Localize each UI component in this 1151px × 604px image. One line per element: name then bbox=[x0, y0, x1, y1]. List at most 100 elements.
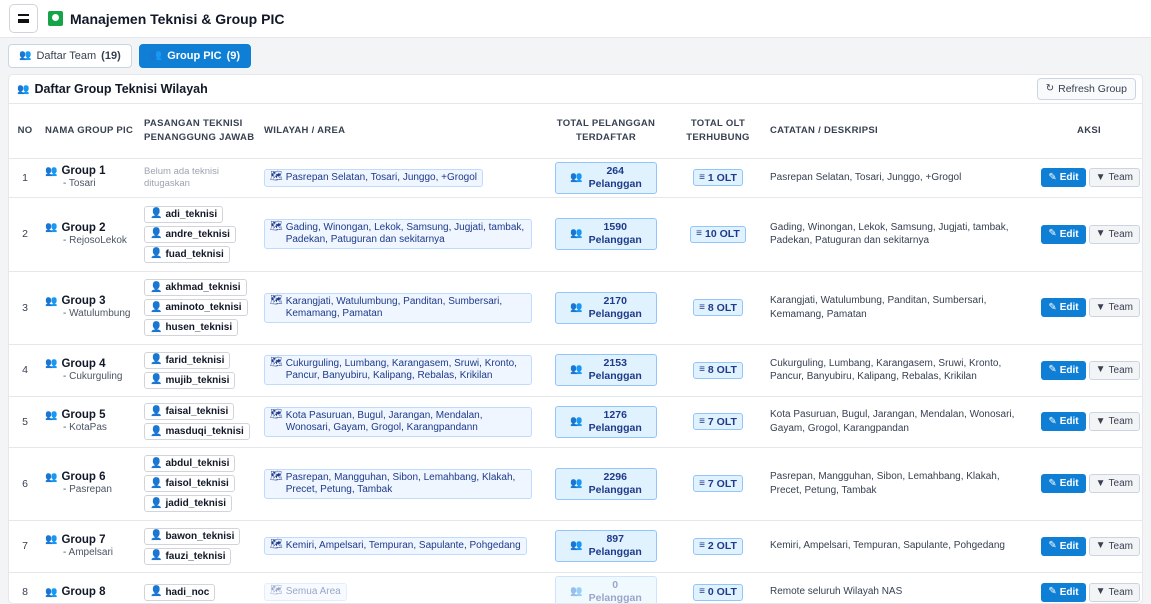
team-filter-button[interactable]: ▼ Team bbox=[1088, 168, 1140, 187]
edit-label: Edit bbox=[1059, 228, 1079, 240]
pelanggan-badge: 👥 2170 Pelanggan bbox=[555, 291, 657, 324]
edit-button[interactable]: ✎ Edit bbox=[1041, 412, 1086, 431]
table-row: 1 👥 Group 1 - Tosari Belum ada teknisi di… bbox=[9, 158, 1142, 198]
olt-text: 7 OLT bbox=[707, 415, 737, 428]
map-icon: 🗺 bbox=[270, 585, 283, 596]
team-filter-button[interactable]: ▼ Team bbox=[1088, 474, 1140, 493]
teknisi-name: hadi_noc bbox=[165, 586, 210, 598]
tab-group-pic[interactable]: 👥 Group PIC (9) bbox=[138, 44, 252, 68]
olt-text: 0 OLT bbox=[707, 586, 737, 598]
tab-daftar-team[interactable]: 👥 Daftar Team (19) bbox=[8, 44, 132, 68]
area-cell: 🗺 Karangjati, Watulumbung, Panditan, Sumb… bbox=[260, 271, 542, 345]
edit-button[interactable]: ✎ Edit bbox=[1041, 536, 1086, 556]
team-filter-button[interactable]: ▼ Team bbox=[1088, 360, 1140, 380]
users-icon: 👥 bbox=[45, 409, 58, 421]
pelanggan-count: 0 bbox=[612, 579, 619, 591]
users-icon: 👥 bbox=[17, 83, 30, 95]
row-actions: ✎ Edit ▼ Team bbox=[1038, 536, 1140, 556]
group-name: 👥 Group 8 bbox=[45, 586, 136, 598]
pelanggan-unit: Pelanggan bbox=[588, 421, 642, 434]
teknisi-chip: 👤 hadi_noc bbox=[144, 583, 216, 601]
team-filter-button[interactable]: ▼ Team bbox=[1088, 224, 1140, 244]
group-name: 👥 Group 3 bbox=[45, 295, 136, 307]
pelanggan-unit: Pelanggan bbox=[588, 546, 642, 558]
row-actions: ✎ Edit ▼ Team bbox=[1038, 360, 1140, 380]
team-filter-button[interactable]: ▼ Team bbox=[1088, 412, 1140, 431]
teknisi-name: faisol_teknisi bbox=[165, 478, 229, 489]
team-label: Team bbox=[1108, 172, 1133, 183]
pelanggan-count: 1276 bbox=[603, 408, 627, 421]
edit-button[interactable]: ✎ Edit bbox=[1041, 168, 1086, 187]
group-cell: 👥 Group 7 - Ampelsari bbox=[41, 520, 140, 573]
teknisi-chip: 👤 andre_teknisi bbox=[144, 225, 236, 243]
teknisi-name: fauzi_teknisi bbox=[165, 550, 226, 562]
group-subtitle: - Ampelsari bbox=[63, 546, 114, 558]
aksi-cell: ✎ Edit ▼ Team bbox=[1034, 447, 1142, 521]
map-icon: 🗺 bbox=[270, 221, 283, 232]
user-icon: 👤 bbox=[150, 586, 163, 597]
row-actions: ✎ Edit ▼ Team bbox=[1038, 298, 1140, 317]
note-cell: Pasrepan Selatan, Tosari, Junggo, +Grogo… bbox=[766, 158, 1034, 198]
note-text: Cukurguling, Lumbang, Karangasem, Sruwi,… bbox=[770, 357, 1002, 383]
table-row: 8 👥 Group 8 👤 hadi_noc 🗺 Semua Area 👥 0 Pelan… bbox=[9, 572, 1142, 603]
user-icon: 👤 bbox=[150, 321, 163, 333]
edit-button[interactable]: ✎ Edit bbox=[1041, 224, 1086, 244]
teknisi-chip: 👤 fuad_teknisi bbox=[144, 245, 230, 263]
pelanggan-unit: Pelanggan bbox=[588, 483, 642, 496]
pelanggan-text: 2153 Pelanggan bbox=[589, 357, 642, 383]
group-cell: 👥 Group 3 - Watulumbung bbox=[41, 271, 140, 345]
edit-button[interactable]: ✎ Edit bbox=[1041, 298, 1086, 317]
pelanggan-cell: 👥 2170 Pelanggan bbox=[542, 271, 670, 345]
teknisi-name: mujib_teknisi bbox=[165, 374, 230, 386]
teknisi-cell: 👤 adi_teknisi 👤 andre_teknisi 👤 fuad_teknisi bbox=[140, 197, 260, 272]
area-cell: 🗺 Kemiri, Ampelsari, Tempuran, Sapulante,… bbox=[260, 520, 542, 573]
area-badge: 🗺 Karangjati, Watulumbung, Panditan, Sumb… bbox=[264, 292, 532, 323]
teknisi-list: 👤 bawon_teknisi 👤 fauzi_teknisi bbox=[144, 526, 256, 566]
row-number: 2 bbox=[9, 197, 41, 272]
edit-button[interactable]: ✎ Edit bbox=[1041, 474, 1086, 493]
olt-badge: ≡ 7 OLT bbox=[693, 475, 743, 492]
team-label: Team bbox=[1108, 586, 1133, 598]
table-header-row: NO NAMA GROUP PIC PASANGAN TEKNISI PENAN… bbox=[9, 104, 1142, 159]
user-icon: 👤 bbox=[150, 405, 163, 417]
group-cell: 👥 Group 6 - Pasrepan bbox=[41, 447, 140, 521]
users-icon: 👥 bbox=[570, 301, 583, 313]
pelanggan-badge: 👥 2296 Pelanggan bbox=[555, 467, 657, 500]
teknisi-chip: 👤 akhmad_teknisi bbox=[144, 279, 247, 296]
row-number: 4 bbox=[9, 344, 41, 397]
area-badge: 🗺 Gading, Winongan, Lekok, Samsung, Jugja… bbox=[264, 219, 532, 249]
olt-text: 1 OLT bbox=[707, 171, 737, 184]
menu-toggle-button[interactable] bbox=[9, 4, 38, 33]
area-text: Gading, Winongan, Lekok, Samsung, Jugjat… bbox=[285, 222, 525, 245]
tab-label: Group PIC bbox=[167, 50, 222, 62]
card-header: 👥 Daftar Group Teknisi Wilayah ↻ Refresh… bbox=[9, 75, 1142, 104]
group-name: 👥 Group 6 bbox=[45, 471, 136, 483]
area-cell: 🗺 Semua Area bbox=[260, 572, 542, 603]
teknisi-name: faisal_teknisi bbox=[165, 406, 229, 417]
note-text: Remote seluruh Wilayah NAS bbox=[770, 586, 903, 598]
pelanggan-text: 1590 Pelanggan bbox=[589, 221, 642, 247]
row-actions: ✎ Edit ▼ Team bbox=[1038, 474, 1140, 493]
teknisi-chip: 👤 jadid_teknisi bbox=[144, 495, 233, 512]
table-row: 6 👥 Group 6 - Pasrepan 👤 abdul_teknisi 👤 fai… bbox=[9, 447, 1142, 521]
team-filter-button[interactable]: ▼ Team bbox=[1088, 298, 1140, 317]
olt-badge: ≡ 0 OLT bbox=[693, 583, 743, 601]
teknisi-name: fuad_teknisi bbox=[165, 248, 224, 260]
table-row: 5 👥 Group 5 - KotaPas 👤 faisal_teknisi 👤 mas… bbox=[9, 396, 1142, 448]
map-icon: 🗺 bbox=[270, 357, 283, 368]
team-filter-button[interactable]: ▼ Team bbox=[1088, 536, 1140, 556]
refresh-group-button[interactable]: ↻ Refresh Group bbox=[1036, 78, 1136, 100]
team-label: Team bbox=[1108, 302, 1133, 313]
pelanggan-cell: 👥 897 Pelanggan bbox=[542, 520, 670, 573]
col-no: NO bbox=[9, 104, 41, 159]
area-cell: 🗺 Pasrepan, Mangguhan, Sibon, Lemahbang, … bbox=[260, 447, 542, 521]
group-name-text: Group 6 bbox=[61, 471, 106, 483]
edit-button[interactable]: ✎ Edit bbox=[1041, 360, 1086, 380]
teknisi-cell: Belum ada teknisi ditugaskan bbox=[140, 158, 260, 198]
group-name: 👥 Group 5 bbox=[45, 409, 136, 421]
users-icon: 👥 bbox=[45, 471, 58, 483]
group-subtitle: - Tosari bbox=[63, 178, 96, 189]
group-name: 👥 Group 7 bbox=[45, 534, 136, 546]
area-badge: 🗺 Semua Area bbox=[264, 583, 347, 601]
note-text: Kemiri, Ampelsari, Tempuran, Sapulante, … bbox=[770, 540, 1005, 552]
